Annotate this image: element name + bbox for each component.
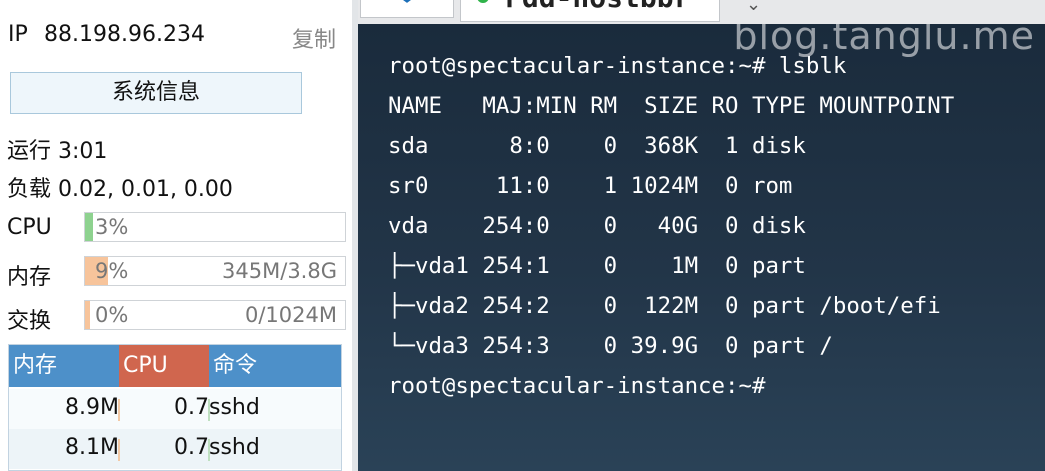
swap-usage-bar: 0% 0/1024M — [84, 300, 346, 330]
terminal-line: NAME MAJ:MIN RM SIZE RO TYPE MOUNTPOINT — [388, 93, 955, 119]
process-memory: 8.9M — [65, 395, 119, 420]
terminal-line: root@spectacular-instance:~# — [388, 373, 766, 399]
memory-label: 内存 — [7, 265, 52, 290]
swap-usage-amount: 0/1024M — [245, 303, 337, 327]
process-row[interactable]: 8.1M 0.7 sshd — [9, 429, 341, 469]
terminal-line: root@spectacular-instance:~# lsblk — [388, 53, 847, 79]
terminal-tab-icon — [403, 0, 411, 3]
tab-overflow-icon[interactable]: ⌄ — [746, 0, 761, 15]
memory-usage-row: 内存 9% 345M/3.8G — [7, 256, 346, 290]
swap-label: 交换 — [7, 309, 52, 334]
cpu-usage-fill — [85, 213, 93, 241]
terminal-tab-title: Fdd-hostbbr — [505, 0, 690, 14]
terminal-line: sr0 11:0 1 1024M 0 rom — [388, 173, 793, 199]
terminal-line: └─vda3 254:3 0 39.9G 0 part / — [388, 333, 833, 359]
system-monitor-panel: IP 88.198.96.234 复制 系统信息 运行 3:01 负载 0.02… — [0, 0, 352, 471]
cpu-usage-percent: 3% — [95, 215, 129, 239]
uptime-text: 运行 3:01 — [7, 139, 108, 164]
header-command[interactable]: 命令 — [209, 345, 341, 387]
terminal-line: vda 254:0 0 40G 0 disk — [388, 213, 806, 239]
terminal-line: sda 8:0 0 368K 1 disk — [388, 133, 806, 159]
terminal-tab-active[interactable]: Fdd-hostbbr — [460, 0, 720, 22]
terminal-line: ├─vda2 254:2 0 122M 0 part /boot/efi — [388, 293, 941, 319]
process-command: sshd — [209, 435, 260, 460]
ip-label: IP — [8, 22, 28, 47]
process-cpu: 0.7 — [174, 435, 209, 460]
ip-address: 88.198.96.234 — [44, 22, 205, 47]
process-cpu: 0.7 — [174, 395, 209, 420]
connected-status-icon — [477, 0, 489, 3]
memory-usage-percent: 9% — [95, 259, 129, 283]
load-average-text: 负载 0.02, 0.01, 0.00 — [7, 177, 233, 202]
process-table: 内存 CPU 命令 8.9M 0.7 sshd 8.1M 0.7 sshd — [8, 344, 342, 471]
system-info-button[interactable]: 系统信息 — [10, 72, 302, 114]
cpu-label: CPU — [7, 215, 52, 240]
memory-usage-bar: 9% 345M/3.8G — [84, 256, 346, 286]
swap-usage-row: 交换 0% 0/1024M — [7, 300, 346, 334]
swap-usage-fill — [85, 301, 91, 329]
terminal-text: root@spectacular-instance:~# lsblk NAME … — [388, 46, 954, 406]
header-cpu[interactable]: CPU — [119, 345, 209, 387]
process-command: sshd — [209, 395, 260, 420]
process-table-header: 内存 CPU 命令 — [9, 345, 341, 387]
ip-row: IP 88.198.96.234 复制 — [8, 22, 336, 54]
terminal-output[interactable]: blog.tanglu.me root@spectacular-instance… — [358, 24, 1045, 471]
cpu-usage-row: CPU 3% — [7, 212, 346, 244]
cpu-usage-bar: 3% — [84, 212, 346, 242]
copy-ip-button[interactable]: 复制 — [292, 22, 336, 54]
terminal-tab-strip: Fdd-hostbbr ⌄ — [358, 0, 1045, 24]
swap-usage-percent: 0% — [95, 303, 129, 327]
memory-usage-amount: 345M/3.8G — [222, 259, 337, 283]
process-row[interactable]: 8.9M 0.7 sshd — [9, 389, 341, 429]
header-memory[interactable]: 内存 — [9, 345, 119, 387]
terminal-line: ├─vda1 254:1 0 1M 0 part — [388, 253, 806, 279]
process-memory: 8.1M — [65, 435, 119, 460]
terminal-tab-inactive[interactable] — [360, 0, 454, 18]
